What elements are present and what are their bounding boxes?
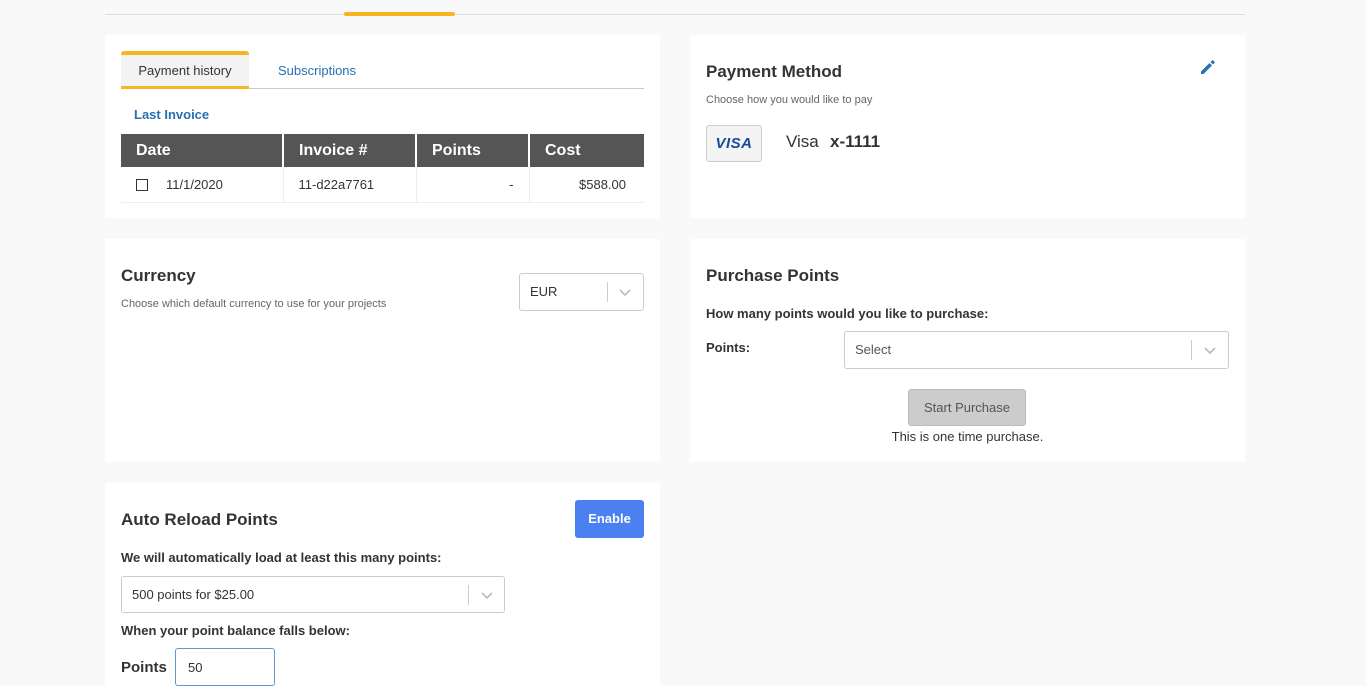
tab-payment-history[interactable]: Payment history <box>121 51 249 89</box>
currency-selected-value: EUR <box>530 284 558 299</box>
select-separator <box>468 585 469 605</box>
invoice-table: Date Invoice # Points Cost 11/1/2020 11-… <box>121 134 644 203</box>
threshold-label: When your point balance falls below: <box>121 623 350 638</box>
start-purchase-button[interactable]: Start Purchase <box>908 389 1026 426</box>
invoice-table-header: Date Invoice # Points Cost <box>121 134 644 167</box>
date-cell: 11/1/2020 <box>121 167 284 203</box>
last-invoice-link[interactable]: Last Invoice <box>134 107 209 122</box>
card-last-four: x-1111 <box>830 132 881 151</box>
invoice-cell: 11-d22a7761 <box>283 167 417 203</box>
reload-amount-value: 500 points for $25.00 <box>132 587 255 602</box>
payment-method-subtitle: Choose how you would like to pay <box>706 94 873 106</box>
column-header-cost[interactable]: Cost <box>529 134 644 167</box>
cost-cell: $588.00 <box>529 167 644 203</box>
purchase-points-card: Purchase Points How many points would yo… <box>690 239 1245 462</box>
column-header-points[interactable]: Points <box>416 134 530 167</box>
column-header-date[interactable]: Date <box>121 134 284 167</box>
points-label: Points: <box>706 340 751 355</box>
tab-subscriptions[interactable]: Subscriptions <box>278 51 356 89</box>
row-checkbox[interactable] <box>136 179 148 192</box>
purchase-question: How many points would you like to purcha… <box>706 306 989 321</box>
currency-select[interactable]: EUR <box>519 273 644 311</box>
column-header-invoice[interactable]: Invoice # <box>283 134 417 167</box>
threshold-points-input[interactable] <box>175 648 275 686</box>
auto-reload-title: Auto Reload Points <box>121 510 278 529</box>
one-time-purchase-note: This is one time purchase. <box>891 429 1044 444</box>
visa-logo: VISA <box>715 135 753 152</box>
points-select-placeholder: Select <box>855 342 892 357</box>
payment-method-title: Payment Method <box>706 62 843 81</box>
currency-card: Currency Choose which default currency t… <box>105 239 660 462</box>
currency-title: Currency <box>121 266 196 285</box>
reload-points-label: Points <box>121 659 167 676</box>
chevron-down-icon[interactable] <box>617 284 633 300</box>
payment-history-card: Payment history Subscriptions Last Invoi… <box>105 35 660 218</box>
visa-card-icon: VISA <box>706 125 762 162</box>
active-section-indicator <box>344 12 455 16</box>
select-separator <box>607 282 608 302</box>
chevron-down-icon[interactable] <box>479 587 495 603</box>
enable-button[interactable]: Enable <box>575 500 644 538</box>
auto-reload-card: Auto Reload Points Enable We will automa… <box>105 483 660 686</box>
chevron-down-icon[interactable] <box>1202 342 1218 358</box>
reload-amount-select[interactable]: 500 points for $25.00 <box>121 576 505 613</box>
top-divider <box>105 14 1245 15</box>
table-row: 11/1/2020 11-d22a7761 - $588.00 <box>121 167 644 203</box>
points-select[interactable]: Select <box>844 331 1229 369</box>
pencil-icon[interactable] <box>1198 57 1218 77</box>
select-separator <box>1191 340 1192 360</box>
payment-method-card: Payment Method Choose how you would like… <box>690 35 1245 218</box>
purchase-points-title: Purchase Points <box>706 266 840 285</box>
card-brand: Visa <box>786 132 819 151</box>
points-cell: - <box>416 167 530 203</box>
auto-load-label: We will automatically load at least this… <box>121 550 442 565</box>
history-tabs: Payment history Subscriptions <box>121 51 644 89</box>
currency-subtitle: Choose which default currency to use for… <box>121 298 387 310</box>
date-value: 11/1/2020 <box>166 176 223 192</box>
